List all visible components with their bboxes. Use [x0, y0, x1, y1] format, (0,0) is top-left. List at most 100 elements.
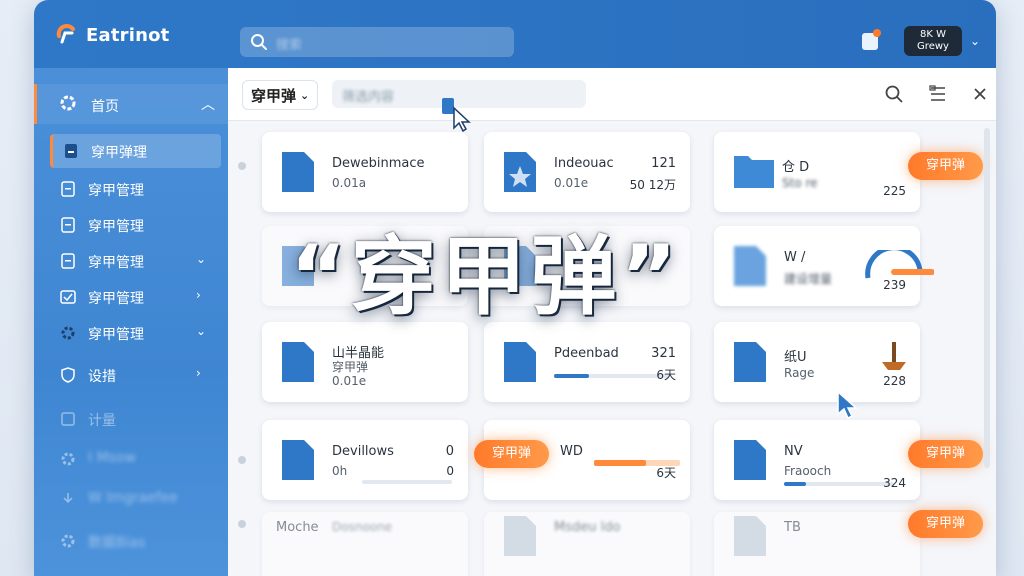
row-marker	[238, 456, 246, 464]
file-card[interactable]: TB	[714, 512, 920, 576]
gear-icon	[61, 452, 75, 466]
sidebar-item-label: 首页	[91, 99, 119, 115]
sidebar-item-label: 穿甲管理	[88, 255, 144, 271]
gear-icon	[61, 534, 75, 548]
search-input[interactable]: 搜索	[240, 27, 514, 57]
card-count: 225	[883, 184, 906, 198]
file-card[interactable]: Indeouac 0.01e 121 50 12万	[484, 132, 690, 212]
file-icon	[734, 440, 766, 480]
progress-bar	[784, 482, 894, 486]
card-time: 6天	[656, 368, 676, 382]
card-name: Moche	[276, 520, 319, 535]
card-sub: 0h	[332, 464, 348, 478]
tag-button[interactable]: 穿甲弹	[908, 152, 984, 180]
card-sub: 穿甲弹	[332, 360, 369, 374]
file-card[interactable]: Msdeu ldo	[484, 512, 690, 576]
file-card[interactable]: Pdeenbad 321 6天	[484, 322, 690, 402]
card-name: Dewebinmace	[332, 156, 425, 171]
card-count: 321	[651, 346, 676, 361]
tag-button[interactable]: 穿甲弹	[908, 510, 984, 538]
card-name: 纸U	[784, 350, 807, 365]
card-name: Msdeu ldo	[554, 520, 621, 535]
file-card[interactable]: Moche Dosnoone	[262, 512, 468, 576]
scrollbar[interactable]	[984, 128, 990, 468]
sidebar-item-2[interactable]: 穿甲管理	[50, 172, 218, 206]
file-card[interactable]: W / 建设增量 239	[714, 226, 934, 306]
file-card[interactable]: Dewebinmace 0.01a	[262, 132, 468, 212]
chevron-down-icon: ⌄	[300, 88, 310, 102]
document-icon	[61, 253, 75, 269]
sidebar-item-label: W lmgraefee	[88, 490, 178, 506]
sidebar-item-label: 数据Bias	[88, 535, 146, 551]
sidebar-item-1[interactable]: 穿甲弹理	[50, 134, 221, 168]
file-icon	[734, 342, 766, 382]
tag-label: 穿甲弹	[492, 446, 532, 461]
card-sub: Sto re	[782, 176, 818, 190]
file-icon	[282, 152, 314, 192]
search-placeholder: 搜索	[276, 38, 303, 53]
sidebar-item-3[interactable]: 穿甲管理	[50, 208, 218, 242]
tag-button[interactable]: 穿甲弹	[474, 440, 550, 468]
file-card[interactable]: Devillows 0h 0 0	[262, 420, 468, 500]
card-sub: 0.01e	[554, 176, 589, 190]
shield-icon	[61, 367, 75, 383]
sidebar-item-11[interactable]: 数据Bias	[50, 524, 218, 558]
file-icon	[282, 440, 314, 480]
sidebar-item-8[interactable]: 计量	[50, 402, 218, 436]
document-icon	[61, 181, 75, 197]
chevron-up-icon: ︿	[201, 97, 215, 113]
sidebar-item-label: 穿甲管理	[88, 327, 144, 343]
sidebar-item-label: 穿甲管理	[88, 219, 144, 235]
tag-label: 穿甲弹	[926, 446, 966, 461]
checkbox-icon	[60, 290, 76, 304]
cursor-icon	[442, 98, 471, 132]
card-size: 50 12万	[629, 178, 676, 192]
sidebar-item-5[interactable]: 穿甲管理 ›	[50, 280, 218, 314]
card-name: Devillows	[332, 444, 394, 459]
sidebar-item-10[interactable]: W lmgraefee	[50, 482, 218, 516]
close-icon[interactable]	[970, 84, 990, 104]
sidebar-item-label: I Msow	[88, 450, 136, 466]
app-name: Eatrinot	[86, 24, 170, 46]
list-icon[interactable]	[928, 84, 948, 104]
chevron-down-icon[interactable]: ⌄	[970, 34, 980, 48]
sidebar-item-label: 穿甲弹理	[91, 145, 147, 161]
progress-bar	[554, 374, 670, 378]
account-line2: Grewy	[917, 41, 949, 52]
sidebar-item-label: 穿甲管理	[88, 183, 144, 199]
file-card[interactable]: 纸U Rage 228	[714, 322, 920, 402]
file-card[interactable]: 山半晶能 穿甲弹 0.01e	[262, 322, 468, 402]
top-bar: Eatrinot 搜索 8K W Grewy ⌄	[34, 0, 996, 68]
gear-icon	[61, 326, 75, 340]
sidebar-item-settings[interactable]: 设措 ›	[50, 358, 218, 392]
sidebar-item-label: 穿甲管理	[88, 291, 144, 307]
sidebar-item-home[interactable]: 首页 ︿	[34, 84, 228, 124]
account-line1: 8K W	[920, 29, 946, 40]
file-card[interactable]: NV Fraooch 324	[714, 420, 920, 500]
tag-label: 穿甲弹	[926, 158, 966, 173]
card-count: 228	[883, 374, 906, 388]
card-count: 121	[651, 156, 676, 171]
card-time: 6天	[656, 466, 676, 480]
chevron-down-icon: ⌄	[196, 252, 207, 266]
notification-icon[interactable]	[860, 28, 882, 52]
folder-card[interactable]: 仓 D Sto re 225	[714, 132, 920, 212]
row-marker	[238, 162, 246, 170]
sidebar-item-6[interactable]: 穿甲管理 ⌄	[50, 316, 218, 350]
toolbar: 穿甲弹 ⌄ 筛选内容	[228, 68, 996, 121]
tag-button[interactable]: 穿甲弹	[908, 440, 984, 468]
category-dropdown[interactable]: 穿甲弹 ⌄	[242, 80, 319, 110]
brand[interactable]: Eatrinot	[56, 24, 169, 46]
account-badge[interactable]: 8K W Grewy	[904, 26, 962, 56]
app-window: Eatrinot 搜索 8K W Grewy ⌄ 首页 ︿ 穿甲弹理 穿甲管理 …	[34, 0, 996, 576]
rocket-icon	[882, 342, 906, 370]
sidebar-item-4[interactable]: 穿甲管理 ⌄	[50, 244, 218, 278]
card-count: 324	[883, 476, 906, 490]
card-size: 0	[446, 464, 454, 478]
search-icon[interactable]	[884, 84, 904, 104]
dropdown-label: 穿甲弹	[251, 86, 297, 105]
sidebar-item-9[interactable]: I Msow	[50, 442, 218, 476]
file-icon	[734, 516, 766, 556]
card-name: TB	[784, 520, 801, 535]
folder-icon	[734, 156, 774, 188]
